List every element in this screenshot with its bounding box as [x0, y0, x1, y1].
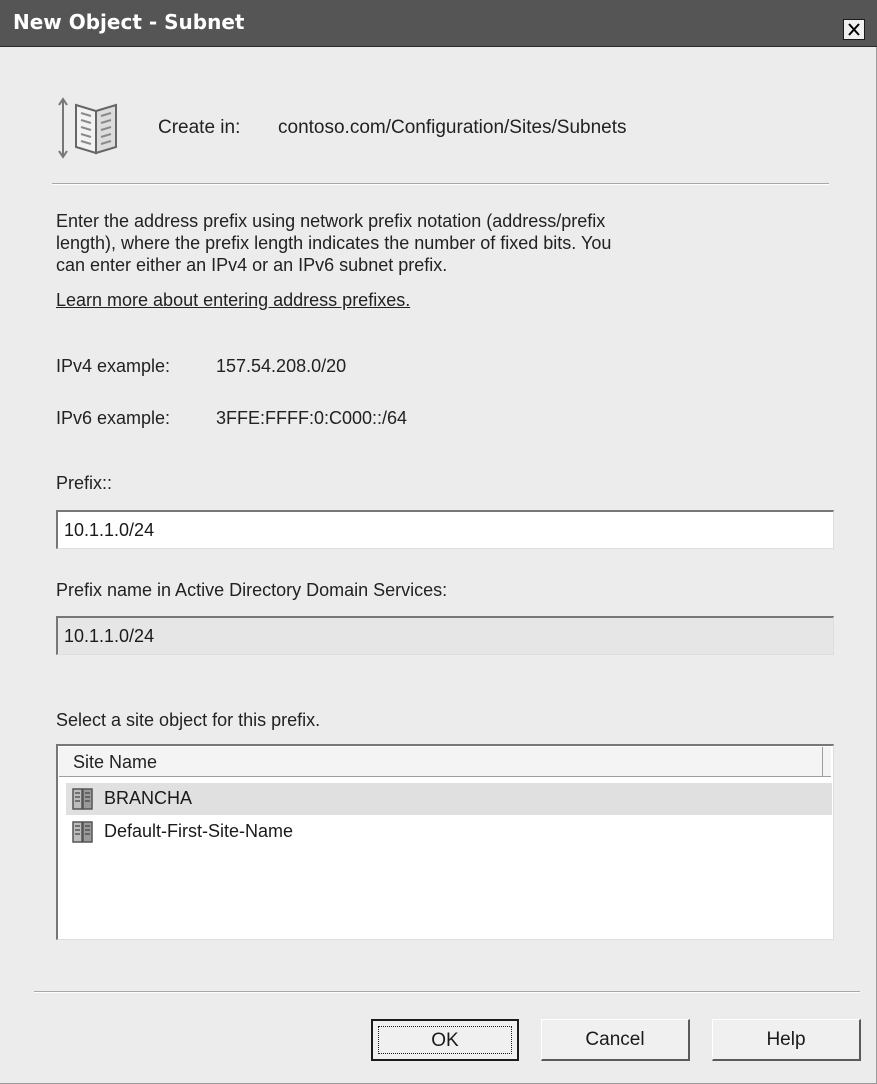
ipv6-example-label: IPv6 example: — [56, 408, 171, 428]
site-row-label: BRANCHA — [104, 788, 193, 808]
site-select-label: Select a site object for this prefix. — [56, 710, 321, 730]
header-separator — [52, 183, 829, 185]
site-row-default-first-site-name[interactable]: Default-First-Site-Name — [66, 816, 832, 848]
prefix-name-field — [56, 616, 834, 655]
title-bar[interactable]: New Object - Subnet — [0, 0, 877, 47]
column-header-filler — [823, 747, 831, 777]
create-in-label: Create in: — [158, 117, 241, 138]
learn-more-link[interactable]: Learn more about entering address prefix… — [56, 290, 410, 311]
subnet-object-icon — [58, 97, 117, 159]
ok-button-label: OK — [378, 1026, 512, 1054]
site-icon — [72, 821, 93, 843]
create-in-path: contoso.com/Configuration/Sites/Subnets — [278, 117, 627, 138]
cancel-button[interactable]: Cancel — [541, 1019, 690, 1061]
site-row-brancha[interactable]: BRANCHA — [66, 783, 832, 815]
ipv4-example-value: 157.54.208.0/20 — [216, 356, 347, 376]
help-button[interactable]: Help — [712, 1019, 861, 1061]
new-object-subnet-dialog: New Object - Subnet Create in: contoso.c… — [0, 0, 877, 1084]
window-title: New Object - Subnet — [13, 10, 245, 34]
prefix-label: Prefix:: — [56, 473, 113, 493]
site-icon — [72, 788, 93, 810]
column-header-site-name[interactable]: Site Name — [59, 747, 823, 777]
description-line: Enter the address prefix using network p… — [56, 211, 606, 231]
close-button[interactable] — [843, 19, 865, 40]
prefix-input[interactable] — [56, 510, 834, 549]
column-header-label: Site Name — [73, 752, 158, 772]
ok-button[interactable]: OK — [371, 1019, 519, 1061]
site-row-label: Default-First-Site-Name — [104, 821, 294, 841]
site-list[interactable]: Site Name BRANCHA Default-First-Site-Nam… — [56, 744, 834, 940]
prefix-description: Enter the address prefix using network p… — [56, 210, 746, 276]
close-icon — [848, 23, 860, 36]
footer-separator — [34, 991, 860, 993]
prefix-name-label: Prefix name in Active Directory Domain S… — [56, 580, 448, 600]
ipv6-example-value: 3FFE:FFFF:0:C000::/64 — [216, 408, 408, 428]
description-line: can enter either an IPv4 or an IPv6 subn… — [56, 255, 448, 275]
ipv4-example-label: IPv4 example: — [56, 356, 171, 376]
description-line: length), where the prefix length indicat… — [56, 233, 612, 253]
